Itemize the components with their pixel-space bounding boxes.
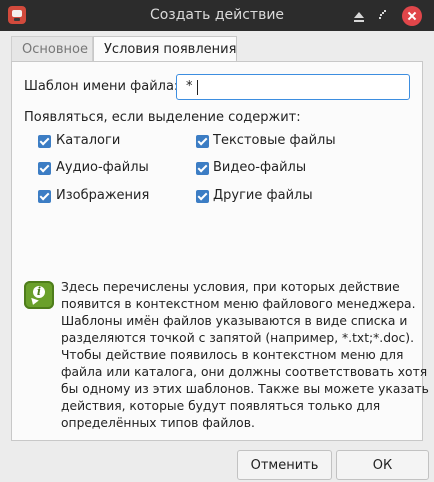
checkbox-images-label[interactable]: Изображения [56,188,149,203]
checkbox-other-files-label[interactable]: Другие файлы [213,188,313,203]
help-line: появится в контекстном меню файлового ме… [61,297,416,311]
checkbox-video-files-label[interactable]: Видео-файлы [213,160,306,175]
checkbox-directories-label[interactable]: Каталоги [56,133,120,148]
tab-basic[interactable]: Основное [11,36,93,61]
checkbox-audio-files-label[interactable]: Аудио-файлы [56,160,149,175]
info-icon: i [24,281,54,309]
checkbox-text-files-label[interactable]: Текстовые файлы [213,133,336,148]
dialog-window: Создать действие Основное Условия появле… [0,0,434,482]
window-title: Создать действие [149,7,285,23]
help-line: Чтобы действие появилось в контекстном м… [61,348,404,362]
checkbox-images[interactable] [38,190,51,203]
help-line: действия, которые будут появляться тольк… [61,399,381,413]
filename-pattern-value: * [186,79,193,94]
help-line: Шаблоны имён файлов указываются в виде с… [61,314,408,328]
filename-pattern-input[interactable]: * [176,74,410,100]
ok-button[interactable]: ОК [336,450,429,480]
filename-pattern-label: Шаблон имени файла: [24,79,179,94]
checkbox-other-files[interactable] [196,190,209,203]
close-button-icon[interactable] [402,6,422,26]
maximize-button-icon[interactable] [375,7,393,25]
cancel-button[interactable]: Отменить [237,450,332,480]
help-line: разделяются точкой с запятой (например, … [61,331,415,345]
checkbox-directories[interactable] [38,135,51,148]
checkbox-video-files[interactable] [196,162,209,175]
help-line: Здесь перечислены условия, при которых д… [61,280,400,294]
checkbox-text-files[interactable] [196,135,209,148]
shade-button-icon[interactable] [350,7,368,25]
selection-heading: Появляться, если выделение содержит: [24,110,301,125]
checkbox-audio-files[interactable] [38,162,51,175]
title-bar[interactable]: Создать действие [0,0,434,31]
tab-appearance-conditions[interactable]: Условия появления [93,36,237,62]
text-caret [197,80,198,95]
help-line: определённых типов файлов. [61,416,255,430]
help-line: бы одному из этих шаблонов. Также вы мож… [61,382,429,396]
help-line: файла или каталога, они должны соответст… [61,365,428,379]
help-text: Здесь перечислены условия, при которых д… [61,279,429,432]
